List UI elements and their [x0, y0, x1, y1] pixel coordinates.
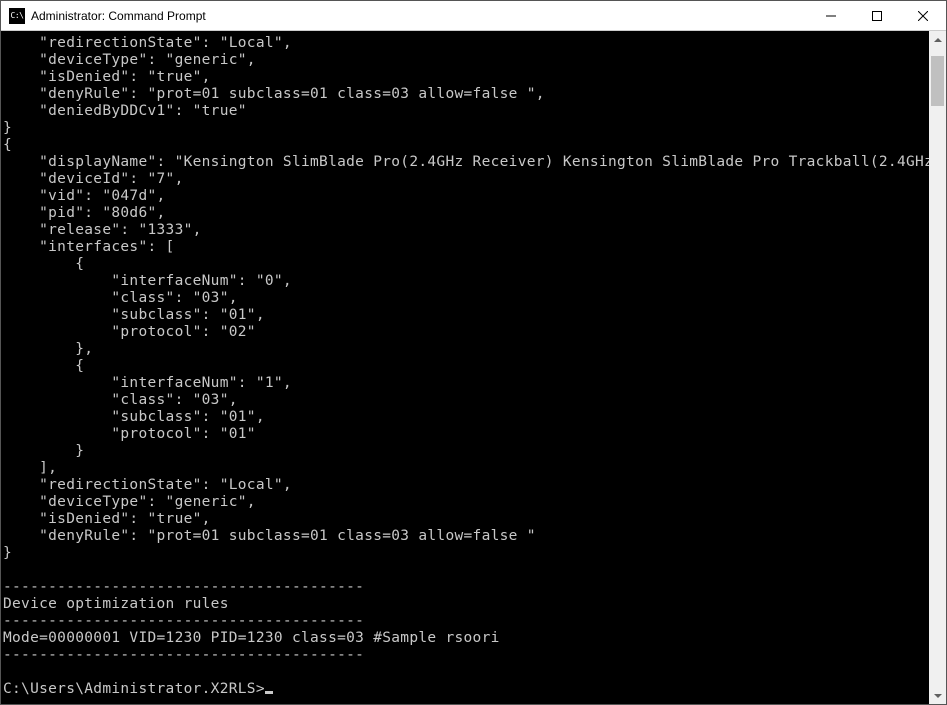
terminal-line: Mode=00000001 VID=1230 PID=1230 class=03…	[3, 630, 927, 647]
terminal-output[interactable]: "redirectionState": "Local", "deviceType…	[1, 31, 929, 704]
terminal-line: "deviceType": "generic",	[3, 52, 927, 69]
terminal-line: Device optimization rules	[3, 596, 927, 613]
terminal-line: },	[3, 341, 927, 358]
terminal-line: "pid": "80d6",	[3, 205, 927, 222]
close-icon	[918, 11, 928, 21]
cursor	[265, 691, 273, 694]
maximize-icon	[872, 11, 882, 21]
scroll-up-button[interactable]	[929, 31, 946, 48]
terminal-line: }	[3, 120, 927, 137]
close-button[interactable]	[900, 1, 946, 31]
chevron-up-icon	[934, 38, 942, 42]
prompt-text: C:\Users\Administrator.X2RLS>	[3, 681, 265, 697]
terminal-line: "vid": "047d",	[3, 188, 927, 205]
terminal-line: ----------------------------------------	[3, 579, 927, 596]
terminal-line: "denyRule": "prot=01 subclass=01 class=0…	[3, 528, 927, 545]
client-area: "redirectionState": "Local", "deviceType…	[1, 31, 946, 704]
terminal-line: ----------------------------------------	[3, 613, 927, 630]
minimize-icon	[826, 11, 836, 21]
titlebar: C:\ Administrator: Command Prompt	[1, 1, 946, 31]
terminal-line	[3, 562, 927, 579]
terminal-line: "class": "03",	[3, 392, 927, 409]
terminal-line: {	[3, 358, 927, 375]
terminal-line: "interfaceNum": "1",	[3, 375, 927, 392]
terminal-line: "displayName": "Kensington SlimBlade Pro…	[3, 154, 927, 171]
terminal-line: "class": "03",	[3, 290, 927, 307]
terminal-line: "subclass": "01",	[3, 307, 927, 324]
scroll-thumb[interactable]	[931, 56, 944, 106]
prompt-line[interactable]: C:\Users\Administrator.X2RLS>	[3, 681, 927, 698]
terminal-line: "subclass": "01",	[3, 409, 927, 426]
terminal-line: "deniedByDDCv1": "true"	[3, 103, 927, 120]
scroll-down-button[interactable]	[929, 687, 946, 704]
chevron-down-icon	[934, 694, 942, 698]
terminal-line: "protocol": "01"	[3, 426, 927, 443]
terminal-line: "redirectionState": "Local",	[3, 477, 927, 494]
terminal-line: "isDenied": "true",	[3, 511, 927, 528]
terminal-line: ----------------------------------------	[3, 647, 927, 664]
terminal-line: "deviceType": "generic",	[3, 494, 927, 511]
terminal-line: "release": "1333",	[3, 222, 927, 239]
terminal-line: {	[3, 256, 927, 273]
maximize-button[interactable]	[854, 1, 900, 31]
terminal-line: "denyRule": "prot=01 subclass=01 class=0…	[3, 86, 927, 103]
vertical-scrollbar[interactable]	[929, 31, 946, 704]
terminal-line	[3, 664, 927, 681]
terminal-line: "interfaces": [	[3, 239, 927, 256]
terminal-line: "isDenied": "true",	[3, 69, 927, 86]
window-title: Administrator: Command Prompt	[31, 9, 206, 23]
terminal-line: {	[3, 137, 927, 154]
cmd-icon: C:\	[9, 8, 25, 24]
terminal-line: "interfaceNum": "0",	[3, 273, 927, 290]
terminal-line: }	[3, 443, 927, 460]
terminal-line: }	[3, 545, 927, 562]
terminal-line: "redirectionState": "Local",	[3, 35, 927, 52]
terminal-line: "deviceId": "7",	[3, 171, 927, 188]
minimize-button[interactable]	[808, 1, 854, 31]
terminal-line: ],	[3, 460, 927, 477]
terminal-line: "protocol": "02"	[3, 324, 927, 341]
